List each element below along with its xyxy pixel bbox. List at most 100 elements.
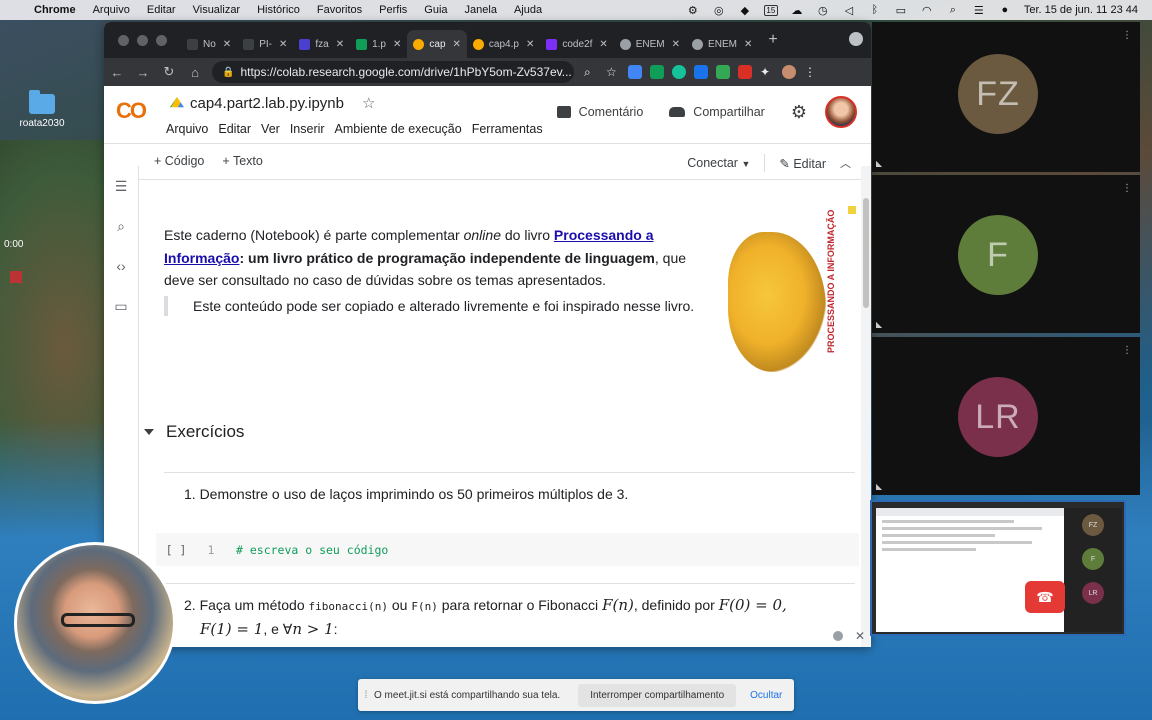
browser-tab[interactable]: code2f ✕	[540, 30, 613, 58]
colab-logo[interactable]: CO	[116, 98, 147, 124]
extension-red-icon[interactable]	[738, 65, 752, 79]
more-options-icon[interactable]: ⋮	[1122, 30, 1132, 41]
new-tab-button[interactable]: +	[768, 31, 777, 49]
browser-tab[interactable]: ENEM ✕	[614, 30, 686, 58]
chrome-menu-icon[interactable]: ⋮	[804, 65, 818, 79]
more-options-icon[interactable]: ⋮	[1122, 345, 1132, 356]
extension-blue-icon[interactable]	[716, 65, 730, 79]
colab-menu-editar[interactable]: Editar	[218, 122, 251, 136]
lock-icon[interactable]: 🔒	[222, 67, 234, 78]
back-icon[interactable]: ←	[104, 65, 130, 80]
grammarly-icon[interactable]	[672, 65, 686, 79]
menu-visualizar[interactable]: Visualizar	[193, 4, 241, 16]
close-tab-icon[interactable]: ✕	[526, 39, 534, 50]
tile-view-icon[interactable]: ▦	[937, 587, 963, 607]
browser-tab[interactable]: cap4.p ✕	[467, 30, 540, 58]
stop-sharing-button[interactable]: Interromper compartilhamento	[578, 683, 737, 707]
hide-banner-button[interactable]: Ocultar	[750, 690, 782, 701]
menu-favoritos[interactable]: Favoritos	[317, 4, 362, 16]
translate-icon[interactable]	[628, 65, 642, 79]
menu-app-name[interactable]: Chrome	[34, 4, 76, 16]
star-icon[interactable]: ☆	[362, 94, 375, 112]
more-actions-icon[interactable]: ···	[981, 588, 1007, 606]
wifi-icon[interactable]: ◠	[920, 4, 934, 17]
code-comment[interactable]: # escreva o seu código	[236, 543, 388, 557]
colab-menu-ferramentas[interactable]: Ferramentas	[472, 122, 543, 136]
battery-icon[interactable]: ▭	[894, 4, 908, 17]
tab-search-icon[interactable]	[849, 32, 863, 46]
colab-menu-ver[interactable]: Ver	[261, 122, 280, 136]
browser-tab[interactable]: 1.p ✕	[350, 30, 407, 58]
code-cell[interactable]: [ ] 1 # escreva o seu código	[156, 533, 859, 566]
drag-handle-icon[interactable]: ⁞	[358, 690, 374, 701]
menu-janela[interactable]: Janela	[465, 4, 497, 16]
share-button[interactable]: Compartilhar	[669, 105, 765, 119]
code-snippets-icon[interactable]: ‹›	[104, 246, 138, 286]
drive-extension-icon[interactable]	[650, 65, 664, 79]
more-options-icon[interactable]: ⋮	[1122, 183, 1132, 194]
files-folder-icon[interactable]: ▭	[104, 286, 138, 326]
close-tab-icon[interactable]: ✕	[744, 39, 752, 50]
participants-icon[interactable]: ⚇	[893, 587, 919, 607]
collapse-caret-icon[interactable]	[144, 429, 154, 435]
colab-menu-ambiente[interactable]: Ambiente de execução	[335, 122, 462, 136]
time-machine-icon[interactable]: ◷	[816, 4, 830, 17]
close-tab-icon[interactable]: ✕	[672, 39, 680, 50]
browser-tab[interactable]: ENEM ✕	[686, 30, 758, 58]
search-icon[interactable]: ⌕	[104, 206, 138, 246]
browser-tab[interactable]: No ✕	[181, 30, 237, 58]
close-icon[interactable]: ✕	[855, 629, 865, 643]
control-center-icon[interactable]: ☰	[972, 4, 986, 17]
record-stop-icon[interactable]	[10, 271, 22, 283]
gear-status-icon[interactable]: ⚙	[686, 4, 700, 17]
close-window-button[interactable]	[118, 34, 129, 46]
search-icon[interactable]: ⌕	[946, 4, 960, 17]
menu-ajuda[interactable]: Ajuda	[514, 4, 542, 16]
settings-gear-icon[interactable]: ⚙	[791, 102, 807, 123]
close-tab-icon[interactable]: ✕	[336, 39, 344, 50]
calendar-icon[interactable]: 15	[763, 4, 778, 16]
section-header[interactable]: Exercícios	[144, 422, 244, 442]
menu-historico[interactable]: Histórico	[257, 4, 300, 16]
browser-tab[interactable]: fza ✕	[293, 30, 350, 58]
participant-tile[interactable]: F ⋮ ◣	[872, 175, 1140, 333]
bluetooth-icon[interactable]: ᛒ	[868, 4, 882, 16]
bookmark-star-icon[interactable]: ☆	[606, 65, 620, 79]
menu-perfis[interactable]: Perfis	[379, 4, 407, 16]
browser-tab[interactable]: PI- ✕	[237, 30, 293, 58]
camera-off-icon[interactable]: ◎	[712, 4, 726, 17]
user-avatar[interactable]	[825, 96, 857, 128]
volume-icon[interactable]: ◁	[842, 4, 856, 17]
close-tab-icon[interactable]: ✕	[223, 39, 231, 50]
colab-menu-arquivo[interactable]: Arquivo	[166, 122, 208, 136]
puzzle-icon[interactable]: ✦	[760, 65, 774, 79]
menubar-datetime[interactable]: Ter. 15 de jun. 11 23 44	[1024, 4, 1138, 16]
close-tab-icon[interactable]: ✕	[453, 39, 461, 50]
menu-editar[interactable]: Editar	[147, 4, 176, 16]
desktop-folder[interactable]: roata2030	[14, 90, 70, 129]
zoom-search-icon[interactable]: ⌕	[584, 65, 598, 79]
close-tab-icon[interactable]: ✕	[279, 39, 287, 50]
url-field[interactable]: 🔒 https://colab.research.google.com/driv…	[212, 61, 574, 83]
profile-avatar-icon[interactable]	[782, 65, 796, 79]
browser-tab-active[interactable]: cap ✕	[407, 30, 467, 58]
cloud-icon[interactable]: ☁	[790, 4, 804, 17]
siri-icon[interactable]: ●	[998, 4, 1012, 16]
dropbox-icon[interactable]: ◆	[738, 4, 752, 17]
hangup-button[interactable]: ☎	[1025, 581, 1065, 613]
drive-icon[interactable]	[170, 97, 184, 108]
comment-button[interactable]: Comentário	[556, 105, 643, 119]
colab-menu-inserir[interactable]: Inserir	[290, 122, 325, 136]
toc-icon[interactable]: ☰	[104, 166, 138, 206]
close-tab-icon[interactable]: ✕	[393, 39, 401, 50]
vpn-icon[interactable]	[694, 65, 708, 79]
run-cell-button[interactable]: [ ]	[156, 543, 196, 557]
home-icon[interactable]: ⌂	[182, 65, 208, 80]
menu-arquivo[interactable]: Arquivo	[93, 4, 130, 16]
forward-icon[interactable]: →	[130, 65, 156, 80]
minimize-window-button[interactable]	[137, 34, 148, 46]
notebook-title-text[interactable]: cap4.part2.lab.py.ipynb	[190, 95, 344, 112]
reload-icon[interactable]: ↻	[156, 64, 182, 80]
menu-guia[interactable]: Guia	[424, 4, 447, 16]
zoom-window-button[interactable]	[156, 34, 167, 46]
